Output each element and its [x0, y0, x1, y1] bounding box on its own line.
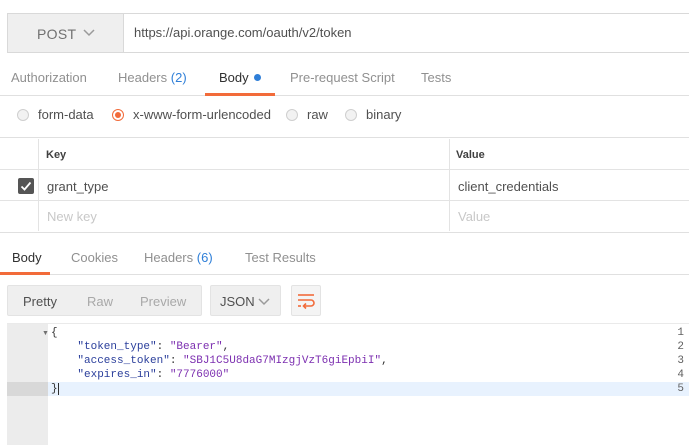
active-tab-indicator	[0, 272, 50, 275]
line-number: 1	[677, 327, 684, 339]
radio-circle	[17, 108, 29, 121]
line-number: 2	[677, 341, 684, 353]
radio-label: raw	[307, 107, 328, 122]
json-key: "expires_in"	[77, 369, 157, 381]
row-enabled-checkbox[interactable]	[18, 178, 34, 194]
param-key[interactable]: grant_type	[47, 179, 108, 194]
format-label: JSON	[220, 294, 255, 309]
json-comma: ,	[381, 355, 388, 367]
json-brace: {	[51, 327, 58, 339]
view-raw-button[interactable]: Raw	[87, 294, 113, 309]
radio-x-www-form-urlencoded[interactable]: x-www-form-urlencoded	[112, 107, 271, 122]
tab-test-results[interactable]: Test Results	[245, 250, 316, 265]
response-tabs: Body Cookies Headers (6) Test Results	[0, 232, 689, 275]
json-string: "Bearer"	[169, 341, 223, 353]
radio-label: x-www-form-urlencoded	[133, 107, 271, 122]
json-colon: :	[169, 355, 184, 367]
tab-headers-count: (2)	[170, 70, 187, 85]
radio-label: binary	[366, 107, 402, 122]
tab-headers-label: Headers	[118, 70, 168, 85]
tab-response-body[interactable]: Body	[12, 250, 42, 265]
tab-authorization[interactable]: Authorization	[11, 70, 87, 85]
chevron-down-icon	[83, 29, 95, 37]
tab-headers[interactable]: Headers (2)	[118, 70, 187, 85]
json-brace: }	[51, 383, 58, 395]
radio-circle-selected	[112, 108, 124, 121]
response-body-editor[interactable]: 1 ▼ 2 3 4 5 { "token_type": "Bearer", "a…	[7, 323, 689, 445]
radio-form-data[interactable]: form-data	[17, 107, 94, 122]
json-key: "access_token"	[77, 355, 170, 367]
tab-cookies[interactable]: Cookies	[71, 250, 118, 265]
url-bar: POST	[7, 13, 689, 53]
value-column-header: Value	[456, 149, 485, 161]
key-column-header: Key	[46, 149, 67, 161]
view-mode-switch: Pretty Raw Preview	[7, 285, 202, 316]
radio-binary[interactable]: binary	[345, 107, 401, 122]
wrap-lines-button[interactable]	[291, 285, 321, 316]
fold-toggle-icon[interactable]: ▼	[42, 330, 49, 337]
check-icon	[20, 181, 32, 191]
radio-circle	[286, 108, 298, 121]
text-cursor	[58, 383, 59, 395]
divider	[449, 139, 450, 231]
body-type-selector: form-data x-www-form-urlencoded raw bina…	[0, 97, 689, 138]
line-number: 5	[677, 383, 684, 395]
view-preview-button[interactable]: Preview	[140, 294, 186, 309]
tab-prerequest-script[interactable]: Pre-request Script	[290, 70, 395, 85]
radio-raw[interactable]: raw	[286, 107, 328, 122]
param-value[interactable]: client_credentials	[458, 179, 558, 194]
wrap-lines-icon	[298, 294, 315, 310]
tab-response-headers[interactable]: Headers (6)	[144, 250, 213, 265]
active-line-gutter	[7, 382, 48, 396]
code-line: "expires_in": "7776000"	[51, 369, 229, 381]
tab-tests[interactable]: Tests	[421, 70, 451, 85]
method-label: POST	[37, 26, 77, 42]
method-dropdown[interactable]: POST	[8, 14, 124, 52]
divider	[0, 169, 689, 170]
json-string: "SBJ1C5U8daG7MIzgjVzT6giEpbiI"	[183, 355, 382, 367]
divider	[0, 200, 689, 201]
json-colon: :	[156, 369, 170, 381]
dot-icon	[253, 74, 261, 81]
tab-body-label: Body	[219, 70, 249, 85]
json-key: "token_type"	[77, 341, 157, 353]
radio-label: form-data	[38, 107, 94, 122]
code-line: {	[51, 327, 58, 339]
request-tabs: Authorization Headers (2) Body Pre-reque…	[0, 61, 689, 96]
json-colon: :	[156, 341, 170, 353]
params-table: Key Value grant_type client_credentials …	[0, 139, 689, 231]
line-number: 4	[677, 369, 684, 381]
code-line: "token_type": "Bearer",	[51, 341, 229, 353]
json-string: "7776000"	[169, 369, 230, 381]
tab-body[interactable]: Body	[219, 70, 261, 85]
code-line: }	[51, 383, 58, 395]
divider	[38, 139, 39, 231]
tab-headers-label: Headers	[144, 250, 194, 265]
format-dropdown[interactable]: JSON	[210, 285, 281, 316]
new-key-input[interactable]: New key	[47, 209, 97, 224]
code-line: "access_token": "SBJ1C5U8daG7MIzgjVzT6gi…	[51, 355, 388, 367]
active-tab-indicator	[205, 93, 275, 96]
new-value-input[interactable]: Value	[458, 209, 490, 224]
tab-headers-count: (6)	[196, 250, 213, 265]
url-input[interactable]	[134, 25, 654, 40]
line-number: 3	[677, 355, 684, 367]
view-pretty-button[interactable]: Pretty	[23, 294, 57, 309]
json-comma: ,	[222, 341, 230, 353]
radio-circle	[345, 108, 357, 121]
chevron-down-icon	[258, 298, 270, 306]
active-line-highlight	[48, 382, 689, 396]
